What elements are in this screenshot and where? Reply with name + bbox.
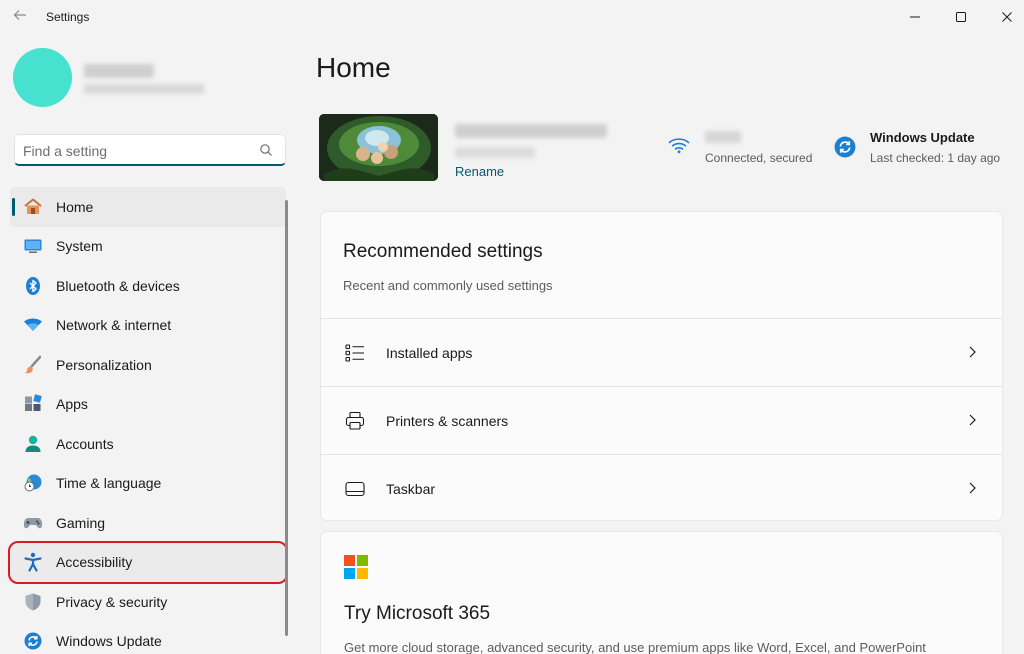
sidebar-item-personalization[interactable]: Personalization (10, 345, 286, 385)
sidebar-item-network[interactable]: Network & internet (10, 306, 286, 346)
recommended-row-label: Taskbar (386, 481, 436, 497)
recommended-row-label: Printers & scanners (386, 413, 509, 429)
sidebar-item-label: Home (56, 198, 94, 215)
recommended-row-installed-apps[interactable]: Installed apps (321, 318, 1002, 386)
sidebar-item-privacy-security[interactable]: Privacy & security (10, 582, 286, 622)
microsoft-365-title: Try Microsoft 365 (344, 603, 491, 624)
sidebar-item-label: Network & internet (56, 317, 172, 334)
sidebar-item-label: Privacy & security (56, 593, 168, 610)
wifi-network-name-redacted (705, 131, 741, 143)
sidebar-item-time-language[interactable]: Time & language (10, 464, 286, 504)
home-icon (22, 196, 44, 218)
sidebar-item-label: Gaming (56, 514, 106, 531)
sidebar-item-label: Apps (56, 396, 88, 413)
sidebar-item-label: Accounts (56, 435, 114, 452)
update-icon (22, 630, 44, 652)
user-name-redacted (84, 64, 154, 78)
brush-icon (22, 354, 44, 376)
search-input[interactable] (23, 141, 253, 161)
bluetooth-icon (22, 275, 44, 297)
user-email-redacted (84, 84, 204, 94)
maximize-button[interactable] (938, 0, 984, 34)
wifi-status: Connected, secured (705, 151, 813, 165)
sidebar-scrollbar[interactable] (285, 200, 288, 636)
back-arrow-icon (13, 10, 26, 20)
sidebar-item-system[interactable]: System (10, 227, 286, 267)
sidebar-item-accessibility[interactable]: Accessibility (8, 540, 288, 584)
microsoft-365-description: Get more cloud storage, advanced securit… (344, 640, 926, 654)
microsoft-365-card: Try Microsoft 365 Get more cloud storage… (320, 531, 1003, 654)
printer-icon (345, 411, 365, 430)
list-icon (345, 344, 364, 362)
chevron-right-icon (969, 414, 976, 426)
globe-clock-icon (22, 472, 44, 494)
sidebar-item-label: System (56, 238, 103, 255)
title-bar: Settings (0, 0, 1024, 34)
taskbar-icon (345, 481, 365, 497)
sidebar-item-home[interactable]: Home (10, 187, 286, 227)
back-button[interactable] (10, 8, 30, 28)
sidebar-item-windows-update[interactable]: Windows Update (10, 622, 286, 654)
sidebar-item-accounts[interactable]: Accounts (10, 424, 286, 464)
app-title: Settings (46, 10, 90, 24)
minimize-button[interactable] (892, 0, 938, 34)
system-icon (22, 235, 44, 257)
device-wallpaper-thumbnail (319, 114, 438, 181)
device-name-redacted (455, 124, 607, 138)
minimize-icon (910, 16, 920, 18)
recommended-settings-subtitle: Recent and commonly used settings (343, 278, 553, 293)
sidebar-item-label: Bluetooth & devices (56, 277, 180, 294)
shield-icon (22, 591, 44, 613)
windows-update-last-checked: Last checked: 1 day ago (870, 151, 1001, 165)
microsoft-logo-icon (344, 555, 368, 579)
recommended-row-label: Installed apps (386, 345, 473, 361)
close-button[interactable] (984, 0, 1024, 34)
sidebar-item-bluetooth-devices[interactable]: Bluetooth & devices (10, 266, 286, 306)
chevron-right-icon (969, 482, 976, 494)
gamepad-icon (22, 512, 44, 534)
recommended-row-taskbar[interactable]: Taskbar (321, 454, 1002, 522)
windows-update-title[interactable]: Windows Update (870, 130, 975, 145)
sidebar-nav: Home System Bluetooth & devices Network … (8, 187, 288, 654)
close-icon (1002, 12, 1012, 22)
sidebar-item-label: Personalization (56, 356, 152, 373)
search-box (14, 134, 286, 166)
sidebar-item-label: Time & language (56, 475, 162, 492)
apps-icon (22, 393, 44, 415)
person-icon (22, 433, 44, 455)
rename-link[interactable]: Rename (455, 164, 504, 179)
recommended-settings-card: Recommended settings Recent and commonly… (320, 211, 1003, 521)
wifi-icon (668, 138, 690, 154)
sidebar-item-apps[interactable]: Apps (10, 385, 286, 425)
sidebar-item-label: Windows Update (56, 633, 162, 650)
recommended-row-printers-scanners[interactable]: Printers & scanners (321, 386, 1002, 454)
wifi-icon (22, 314, 44, 336)
sidebar-item-label: Accessibility (56, 554, 133, 571)
sidebar-item-gaming[interactable]: Gaming (10, 503, 286, 543)
avatar[interactable] (13, 48, 72, 107)
accessibility-icon (22, 551, 44, 573)
search-icon[interactable] (259, 143, 273, 157)
maximize-icon (956, 12, 966, 22)
device-model-redacted (455, 147, 535, 158)
page-title: Home (316, 52, 391, 83)
recommended-settings-title: Recommended settings (343, 241, 543, 262)
windows-update-icon[interactable] (834, 136, 856, 158)
chevron-right-icon (969, 346, 976, 358)
